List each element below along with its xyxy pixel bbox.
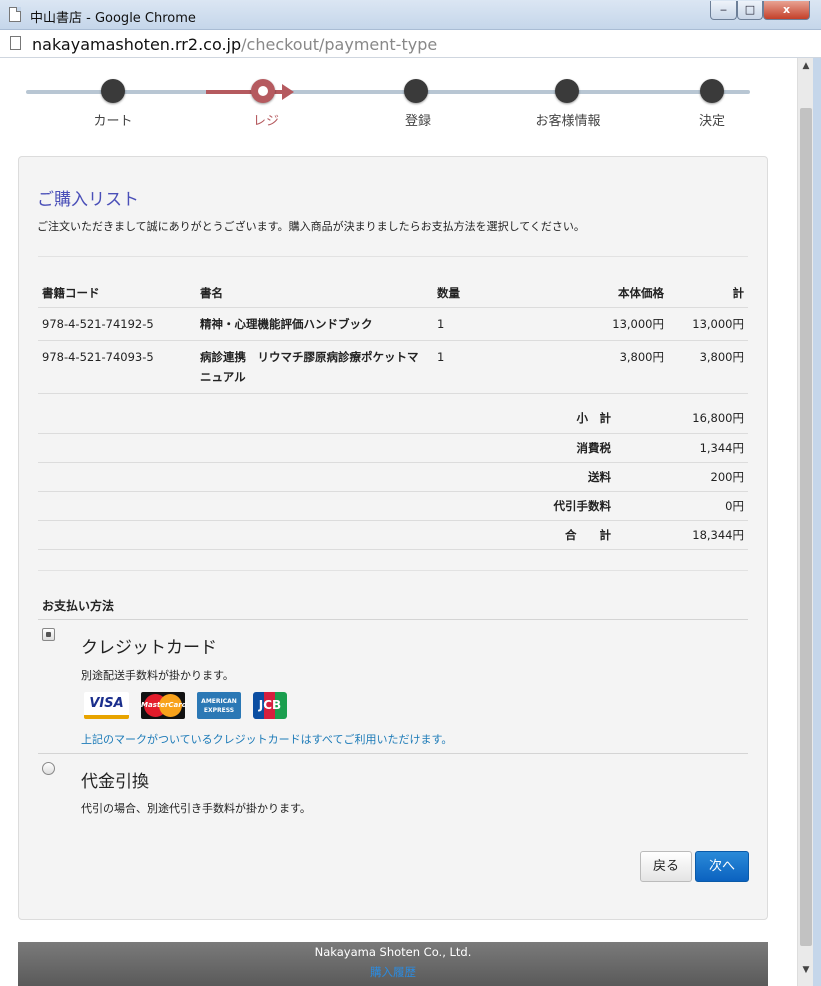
table-header-row: 書籍コード 書名 数量 本体価格 計 xyxy=(38,282,748,308)
column-header-price: 本体価格 xyxy=(493,282,668,308)
divider xyxy=(38,619,748,620)
maximize-button[interactable]: □ xyxy=(737,1,763,20)
tax-value: 1,344円 xyxy=(641,433,748,463)
step-dot-confirm xyxy=(700,79,724,103)
item-price: 3,800円 xyxy=(493,340,668,394)
steps-progress xyxy=(206,90,290,94)
column-header-code: 書籍コード xyxy=(38,282,196,308)
step-dot-signup xyxy=(404,79,428,103)
amex-text-line2: EXPRESS xyxy=(203,707,235,714)
item-total: 3,800円 xyxy=(668,340,748,394)
address-bar[interactable]: nakayamashoten.rr2.co.jp/checkout/paymen… xyxy=(0,30,821,58)
item-code: 978-4-521-74192-5 xyxy=(38,307,196,341)
footer-company-name: Nakayama Shoten Co., Ltd. xyxy=(314,945,472,959)
credit-card-radio[interactable] xyxy=(42,628,55,641)
minimize-button[interactable]: ‒ xyxy=(710,1,737,20)
step-label-customer-info: お客様情報 xyxy=(535,114,601,129)
window-titlebar: 中山書店 - Google Chrome ‒ □ x xyxy=(0,0,821,30)
url-text[interactable]: nakayamashoten.rr2.co.jp/checkout/paymen… xyxy=(32,35,437,54)
step-dot-cart xyxy=(101,79,125,103)
divider xyxy=(38,570,748,571)
item-qty: 1 xyxy=(433,307,493,341)
scrollbar-thumb[interactable] xyxy=(800,108,812,946)
shipping-label: 送料 xyxy=(38,462,641,492)
window-title: 中山書店 - Google Chrome xyxy=(30,11,196,26)
totals-row: 小 計 16,800円 xyxy=(38,404,748,434)
cod-fee-value: 0円 xyxy=(641,491,748,521)
mastercard-text: MasterCard xyxy=(141,701,187,709)
amex-logo: AMERICAN EXPRESS xyxy=(197,692,241,719)
intro-text: ご注文いただきまして誠にありがとうございます。購入商品が決まりましたらお支払方法… xyxy=(37,220,585,233)
subtotal-value: 16,800円 xyxy=(641,404,748,434)
next-button[interactable]: 次へ xyxy=(695,851,749,882)
jcb-logo: JCB xyxy=(253,692,287,719)
credit-card-label[interactable]: クレジットカード xyxy=(81,633,217,658)
item-name: 精神・心理機能評価ハンドブック xyxy=(196,307,433,341)
url-domain: nakayamashoten.rr2.co.jp xyxy=(32,35,242,54)
column-header-total: 計 xyxy=(668,282,748,308)
grand-total-label: 合 計 xyxy=(38,520,641,550)
jcb-text: JCB xyxy=(258,698,282,712)
payment-method-title: お支払い方法 xyxy=(42,599,115,613)
item-qty: 1 xyxy=(433,340,493,394)
scroll-down-icon[interactable]: ▼ xyxy=(798,962,814,978)
mastercard-logo: MasterCard xyxy=(141,692,187,719)
checkout-steps: カート レジ 登録 お客様情報 決定 xyxy=(26,75,750,135)
item-total: 13,000円 xyxy=(668,307,748,341)
steps-track xyxy=(26,90,750,94)
divider xyxy=(38,256,748,257)
totals-row: 合 計 18,344円 xyxy=(38,520,748,550)
scroll-up-icon[interactable]: ▲ xyxy=(798,58,814,74)
column-header-qty: 数量 xyxy=(433,282,493,308)
step-label-register: レジ xyxy=(252,114,279,129)
credit-card-note: 別途配送手数料が掛かります。 xyxy=(81,669,234,682)
item-name: 病診連携 リウマチ膠原病診療ポケットマニュアル xyxy=(196,340,433,394)
step-label-signup: 登録 xyxy=(404,114,431,129)
url-path: /checkout/payment-type xyxy=(241,35,438,54)
amex-text-line1: AMERICAN xyxy=(201,698,237,705)
page-title: ご購入リスト xyxy=(37,190,139,210)
step-label-confirm: 決定 xyxy=(698,114,725,129)
totals-row: 消費税 1,344円 xyxy=(38,433,748,463)
subtotal-label: 小 計 xyxy=(38,404,641,434)
checkout-panel: ご購入リスト ご注文いただきまして誠にありがとうございます。購入商品が決まりまし… xyxy=(18,156,768,920)
cod-radio[interactable] xyxy=(42,762,55,775)
totals-row: 送料 200円 xyxy=(38,462,748,492)
divider xyxy=(38,753,748,754)
steps-arrow-icon xyxy=(282,84,294,100)
table-row: 978-4-521-74192-5 精神・心理機能評価ハンドブック 1 13,0… xyxy=(38,307,748,341)
vertical-scrollbar[interactable]: ▲ ▼ xyxy=(797,58,813,986)
accepted-cards-note: 上記のマークがついているクレジットカードはすべてご利用いただけます。 xyxy=(81,733,453,746)
totals-row: 代引手数料 0円 xyxy=(38,491,748,521)
table-row: 978-4-521-74093-5 病診連携 リウマチ膠原病診療ポケットマニュア… xyxy=(38,340,748,394)
shipping-value: 200円 xyxy=(641,462,748,492)
item-price: 13,000円 xyxy=(493,307,668,341)
page-viewport: カート レジ 登録 お客様情報 決定 ご購入リスト ご注文いただきまして誠にあり… xyxy=(0,58,797,986)
back-button[interactable]: 戻る xyxy=(640,851,692,882)
grand-total-value: 18,344円 xyxy=(641,520,748,550)
window-frame xyxy=(813,58,821,986)
column-header-name: 書名 xyxy=(196,282,433,308)
visa-logo: VISA xyxy=(84,692,129,719)
step-dot-customer-info xyxy=(555,79,579,103)
cod-label[interactable]: 代金引換 xyxy=(81,767,149,792)
step-dot-register xyxy=(251,79,275,103)
cod-note: 代引の場合、別途代引き手数料が掛かります。 xyxy=(81,802,311,815)
site-footer: Nakayama Shoten Co., Ltd. 購入履歴 xyxy=(18,942,768,986)
close-button[interactable]: x xyxy=(763,1,810,20)
cod-fee-label: 代引手数料 xyxy=(38,491,641,521)
tax-label: 消費税 xyxy=(38,433,641,463)
order-totals-table: 小 計 16,800円 消費税 1,344円 送料 200円 代引手数料 0円 … xyxy=(38,404,748,550)
item-code: 978-4-521-74093-5 xyxy=(38,340,196,394)
page-icon xyxy=(10,36,21,50)
purchase-history-link[interactable]: 購入履歴 xyxy=(18,964,768,980)
order-items-table: 書籍コード 書名 数量 本体価格 計 978-4-521-74192-5 精神・… xyxy=(38,282,748,394)
page-icon xyxy=(9,7,21,22)
step-label-cart: カート xyxy=(93,114,133,129)
